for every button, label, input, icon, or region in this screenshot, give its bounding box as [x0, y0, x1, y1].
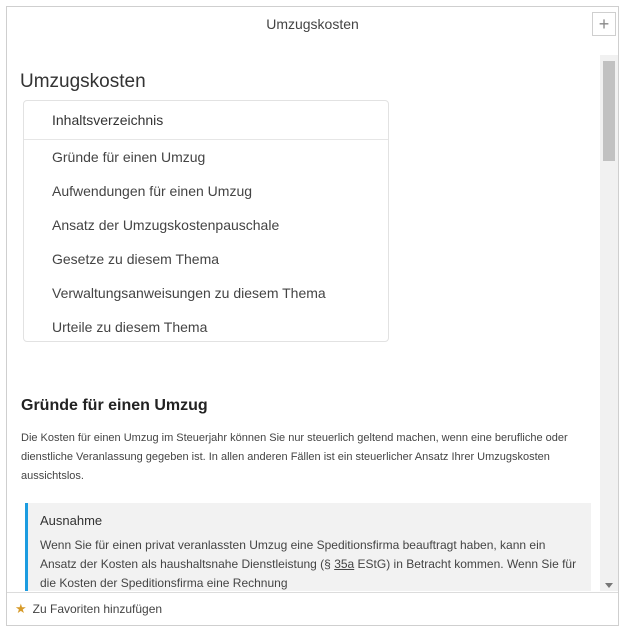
- exception-note: Ausnahme Wenn Sie für einen privat veran…: [25, 503, 591, 591]
- toc-list: Gründe für einen Umzug Aufwendungen für …: [24, 140, 388, 344]
- title-bar: Umzugskosten +: [7, 7, 618, 41]
- star-icon: ★: [15, 601, 27, 616]
- vertical-scrollbar[interactable]: [600, 55, 618, 591]
- law-link-35a[interactable]: 35a: [334, 557, 354, 571]
- window: Umzugskosten + Umzugskosten Inhaltsverze…: [6, 6, 619, 626]
- toc-item-pauschale[interactable]: Ansatz der Umzugskostenpauschale: [24, 208, 388, 242]
- section-heading: Gründe für einen Umzug: [21, 397, 208, 414]
- content-area: Umzugskosten Inhaltsverzeichnis Gründe f…: [7, 41, 598, 591]
- page-title: Umzugskosten: [20, 71, 146, 92]
- toc-item-aufwendungen[interactable]: Aufwendungen für einen Umzug: [24, 174, 388, 208]
- section-text: Die Kosten für einen Umzug im Steuerjahr…: [21, 432, 568, 482]
- toc-heading: Inhaltsverzeichnis: [24, 101, 388, 140]
- toc-item-gruende[interactable]: Gründe für einen Umzug: [24, 140, 388, 174]
- toc-item-gesetze[interactable]: Gesetze zu diesem Thema: [24, 242, 388, 276]
- note-title: Ausnahme: [40, 513, 103, 528]
- toc-item-verwaltungsanweisungen[interactable]: Verwaltungsanweisungen zu diesem Thema: [24, 276, 388, 310]
- toc-item-urteile[interactable]: Urteile zu diesem Thema: [24, 310, 388, 344]
- window-title: Umzugskosten: [266, 16, 359, 32]
- scroll-down-arrow-icon[interactable]: [605, 583, 613, 588]
- scrollbar-thumb[interactable]: [603, 61, 615, 161]
- add-to-favorites-label[interactable]: Zu Favoriten hinzufügen: [33, 602, 162, 616]
- note-text: Wenn Sie für einen privat veranlassten U…: [40, 536, 579, 591]
- favorites-bar[interactable]: ★ Zu Favoriten hinzufügen: [7, 592, 618, 625]
- add-tab-button[interactable]: +: [592, 12, 616, 36]
- table-of-contents: Inhaltsverzeichnis Gründe für einen Umzu…: [23, 100, 389, 342]
